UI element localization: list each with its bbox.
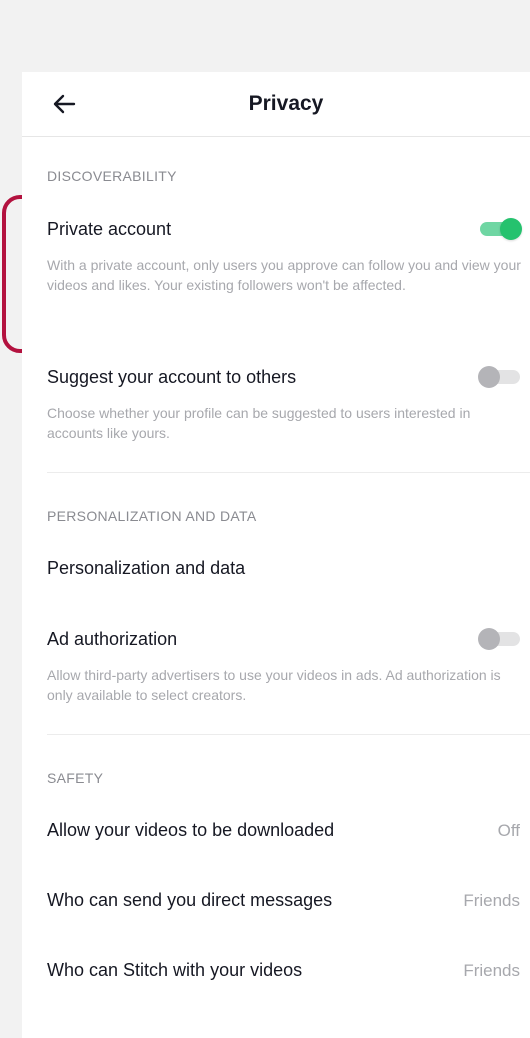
section-header-personalization: PERSONALIZATION AND DATA bbox=[47, 508, 257, 524]
direct-messages-value: Friends bbox=[463, 891, 520, 910]
section-divider bbox=[47, 472, 530, 473]
privacy-screen: Privacy DISCOVERABILITY Private account … bbox=[22, 72, 530, 1038]
stitch-title: Who can Stitch with your videos bbox=[47, 960, 303, 980]
direct-messages-title: Who can send you direct messages bbox=[47, 890, 333, 910]
private-account-toggle[interactable] bbox=[478, 217, 522, 241]
setting-direct-messages[interactable]: Who can send you direct messages Friends bbox=[22, 884, 530, 924]
setting-private-account[interactable]: Private account With a private account, … bbox=[22, 212, 530, 332]
personalization-data-title: Personalization and data bbox=[47, 558, 246, 578]
setting-allow-downloads[interactable]: Allow your videos to be downloaded Off bbox=[22, 814, 530, 854]
suggest-account-title: Suggest your account to others bbox=[47, 367, 297, 387]
stitch-value: Friends bbox=[463, 961, 520, 980]
toggle-knob bbox=[478, 366, 500, 388]
section-divider bbox=[47, 734, 530, 735]
ad-authorization-description: Allow third-party advertisers to use you… bbox=[47, 667, 501, 703]
private-account-description: With a private account, only users you a… bbox=[47, 257, 521, 293]
suggest-account-description: Choose whether your profile can be sugge… bbox=[47, 405, 471, 441]
header-bar: Privacy bbox=[22, 72, 530, 137]
suggest-account-toggle[interactable] bbox=[478, 365, 520, 389]
allow-downloads-title: Allow your videos to be downloaded bbox=[47, 820, 335, 840]
setting-suggest-account[interactable]: Suggest your account to others Choose wh… bbox=[22, 360, 530, 460]
setting-stitch[interactable]: Who can Stitch with your videos Friends bbox=[22, 954, 530, 994]
section-header-safety: SAFETY bbox=[47, 770, 104, 786]
page-title: Privacy bbox=[248, 92, 324, 115]
toggle-knob bbox=[500, 218, 522, 240]
toggle-knob bbox=[478, 628, 500, 650]
ad-authorization-toggle[interactable] bbox=[478, 627, 520, 651]
allow-downloads-value: Off bbox=[497, 821, 520, 840]
ad-authorization-title: Ad authorization bbox=[47, 629, 178, 649]
setting-ad-authorization[interactable]: Ad authorization Allow third-party adver… bbox=[22, 622, 530, 722]
private-account-title: Private account bbox=[47, 219, 172, 239]
setting-personalization-data[interactable]: Personalization and data bbox=[22, 548, 530, 592]
section-header-discoverability: DISCOVERABILITY bbox=[47, 168, 177, 184]
